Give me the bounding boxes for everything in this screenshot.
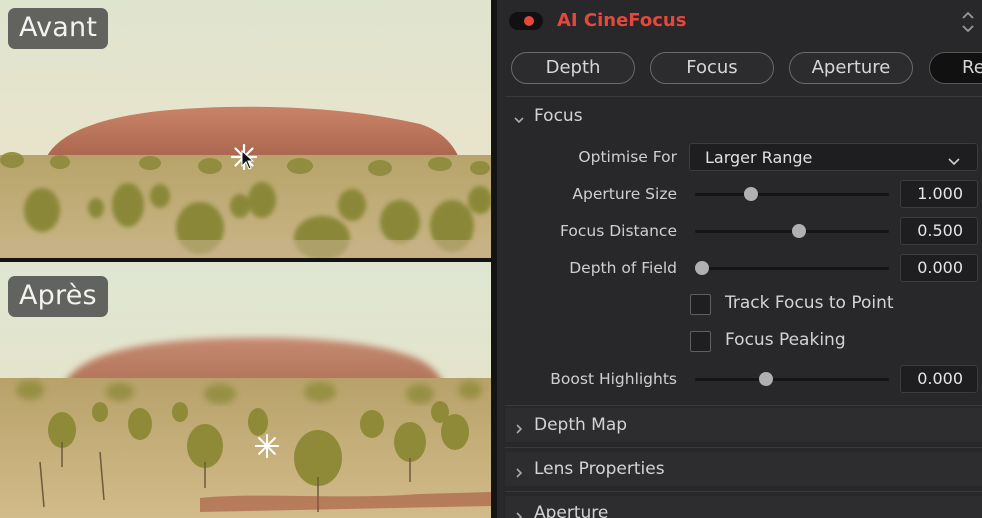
chevron-down-icon — [513, 111, 525, 124]
track-focus-checkbox[interactable] — [690, 294, 711, 315]
section-depth-map-header[interactable]: Depth Map — [505, 408, 982, 442]
section-aperture-header[interactable]: Aperture — [505, 496, 982, 518]
section-aperture-title: Aperture — [534, 503, 609, 518]
effect-enable-toggle[interactable] — [509, 12, 543, 30]
section-depth-map-title: Depth Map — [534, 415, 628, 435]
effect-header: AI CineFocus — [497, 0, 982, 44]
tab-focus[interactable]: Focus — [650, 52, 774, 84]
focus-distance-slider[interactable] — [695, 224, 889, 238]
slider-knob[interactable] — [759, 372, 774, 386]
optimise-for-value: Larger Range — [705, 148, 813, 167]
tab-depth[interactable]: Depth — [511, 52, 635, 84]
slider-knob[interactable] — [695, 261, 709, 275]
divider — [505, 405, 982, 406]
boost-highlights-field[interactable]: 0.000 — [900, 365, 978, 393]
focus-distance-field[interactable]: 0.500 — [900, 217, 978, 245]
section-lens-properties-title: Lens Properties — [534, 459, 665, 479]
depth-of-field-slider[interactable] — [695, 261, 889, 275]
boost-highlights-label: Boost Highlights — [550, 370, 677, 388]
toggle-indicator — [524, 16, 534, 26]
section-lens-properties-header[interactable]: Lens Properties — [505, 452, 982, 486]
boost-highlights-slider[interactable] — [695, 372, 889, 386]
track-focus-label[interactable]: Track Focus to Point — [725, 293, 894, 313]
divider — [505, 447, 982, 448]
aperture-size-label: Aperture Size — [572, 185, 677, 203]
section-focus-title: Focus — [534, 106, 583, 126]
slider-knob[interactable] — [792, 224, 806, 238]
slider-track — [695, 267, 889, 270]
aperture-size-field[interactable]: 1.000 — [900, 180, 978, 208]
asterisk-crosshair-icon[interactable] — [254, 433, 280, 459]
focus-peaking-checkbox[interactable] — [690, 331, 711, 352]
chevron-right-icon — [513, 420, 525, 434]
before-label: Avant — [8, 8, 109, 49]
focus-distance-label: Focus Distance — [560, 222, 677, 240]
effect-title: AI CineFocus — [557, 10, 687, 31]
divider — [505, 491, 982, 492]
slider-track — [695, 193, 889, 196]
slider-track — [695, 378, 889, 381]
depth-of-field-field[interactable]: 0.000 — [900, 254, 978, 282]
before-preview: Avant — [0, 0, 491, 258]
chevron-right-icon — [513, 464, 525, 478]
tab-aperture[interactable]: Aperture — [789, 52, 913, 84]
depth-of-field-label: Depth of Field — [569, 259, 677, 277]
divider — [505, 96, 982, 97]
after-label: Après — [8, 276, 108, 317]
inspector-panel: AI CineFocus Depth Focus Aperture Re Foc… — [497, 0, 982, 518]
chevron-right-icon — [513, 508, 525, 518]
section-focus-header[interactable]: Focus — [505, 99, 982, 133]
after-preview: Après — [0, 262, 491, 518]
optimise-for-dropdown[interactable]: Larger Range — [689, 143, 978, 171]
tab-re[interactable]: Re — [929, 52, 982, 84]
category-tabs: Depth Focus Aperture Re — [511, 52, 982, 84]
arrow-cursor-icon — [241, 150, 255, 170]
aperture-size-slider[interactable] — [695, 187, 889, 201]
optimise-for-label: Optimise For — [578, 148, 677, 166]
chevron-down-icon — [947, 152, 961, 166]
focus-peaking-label[interactable]: Focus Peaking — [725, 330, 846, 350]
slider-knob[interactable] — [743, 187, 758, 201]
up-down-arrows-icon[interactable] — [960, 8, 976, 36]
